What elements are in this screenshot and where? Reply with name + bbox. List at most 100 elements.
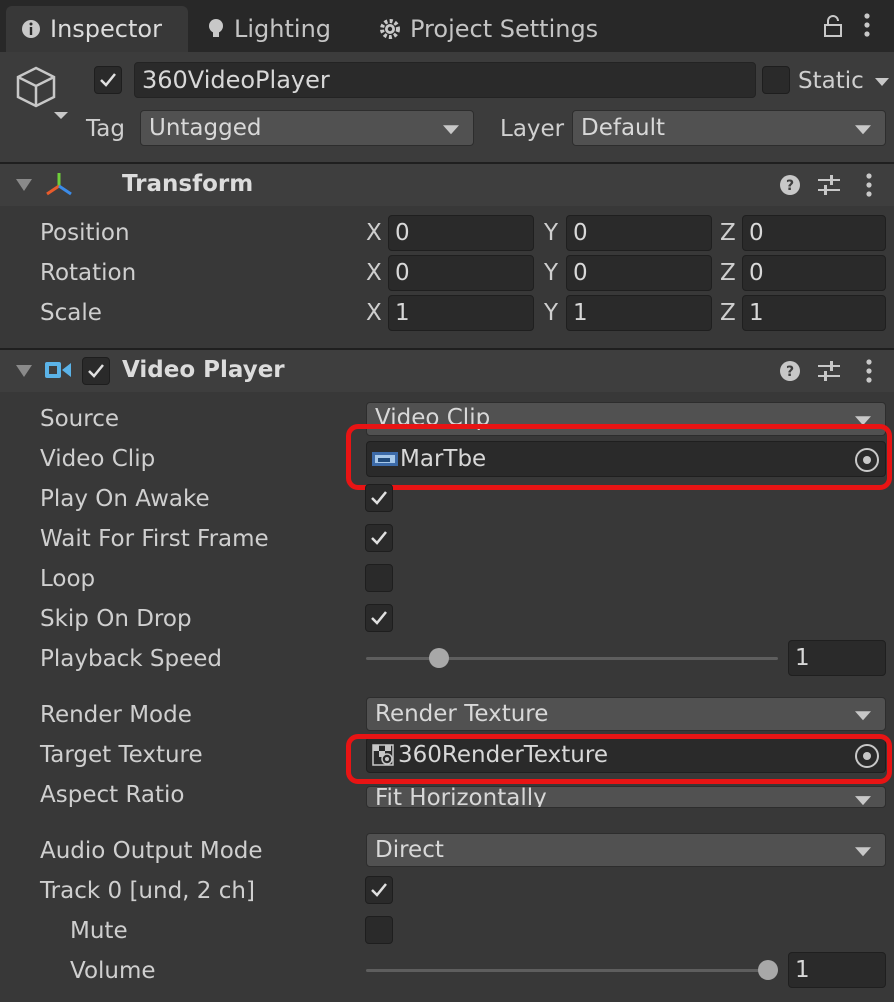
- tag-value: Untagged: [149, 115, 262, 141]
- more-menu-icon[interactable]: [862, 12, 872, 46]
- aspect-ratio-value: Fit Horizontally: [375, 786, 547, 808]
- tag-label: Tag: [86, 116, 125, 142]
- transform-title: Transform: [122, 171, 254, 197]
- audio-output-label: Audio Output Mode: [40, 838, 263, 864]
- svg-text:?: ?: [786, 364, 794, 380]
- skip-on-drop-checkbox[interactable]: [365, 604, 393, 632]
- position-x-field[interactable]: 0: [388, 215, 534, 251]
- video-player-header[interactable]: Video Player ?: [0, 350, 894, 392]
- preset-sliders-icon[interactable]: [816, 359, 842, 383]
- source-label: Source: [40, 406, 119, 432]
- chevron-down-icon: [875, 77, 890, 86]
- playback-speed-label: Playback Speed: [40, 646, 223, 672]
- preset-sliders-icon[interactable]: [816, 173, 842, 197]
- fold-arrow-icon[interactable]: [16, 365, 32, 377]
- rotation-z-field[interactable]: 0: [742, 255, 886, 291]
- axis-y-label: Y: [544, 260, 559, 286]
- static-dropdown[interactable]: Static: [798, 68, 890, 94]
- chevron-down-icon: [855, 847, 871, 857]
- chevron-down-icon: [855, 711, 871, 721]
- info-icon: [20, 18, 42, 40]
- active-checkbox[interactable]: [94, 66, 122, 94]
- axis-z-label: Z: [720, 220, 736, 246]
- playback-speed-slider-track[interactable]: [366, 657, 778, 660]
- play-on-awake-checkbox[interactable]: [365, 484, 393, 512]
- scale-y-field[interactable]: 1: [566, 295, 712, 331]
- aspect-ratio-label: Aspect Ratio: [40, 782, 185, 808]
- volume-slider-track[interactable]: [366, 969, 778, 972]
- video-player-title: Video Player: [122, 357, 285, 383]
- axis-x-label: X: [366, 220, 382, 246]
- axis-y-label: Y: [544, 300, 559, 326]
- render-mode-label: Render Mode: [40, 702, 192, 728]
- axis-z-label: Z: [720, 300, 736, 326]
- wait-first-frame-checkbox[interactable]: [365, 524, 393, 552]
- object-header: 360VideoPlayer Static Tag Untagged Layer…: [0, 52, 894, 162]
- loop-checkbox[interactable]: [365, 564, 393, 592]
- tab-inspector-label: Inspector: [50, 15, 162, 43]
- scale-z-field[interactable]: 1: [742, 295, 886, 331]
- tag-dropdown[interactable]: Untagged: [140, 110, 474, 146]
- component-menu-icon[interactable]: [864, 358, 874, 384]
- transform-icon: [42, 170, 76, 200]
- chevron-down-icon: [443, 125, 459, 135]
- rotation-y-field[interactable]: 0: [566, 255, 712, 291]
- rotation-x-field[interactable]: 0: [388, 255, 534, 291]
- gear-icon: [378, 17, 402, 41]
- tab-lighting[interactable]: Lighting: [206, 6, 346, 52]
- target-texture-label: Target Texture: [40, 742, 203, 768]
- volume-slider-thumb[interactable]: [758, 960, 778, 980]
- track-label: Track 0 [und, 2 ch]: [40, 878, 255, 904]
- axis-x-label: X: [366, 260, 382, 286]
- audio-output-value: Direct: [375, 837, 444, 863]
- volume-field[interactable]: 1: [788, 952, 886, 988]
- lock-icon[interactable]: [822, 14, 844, 44]
- object-name-input[interactable]: 360VideoPlayer: [134, 62, 756, 98]
- static-checkbox[interactable]: [762, 66, 790, 94]
- highlight-box-video-clip: [346, 424, 892, 490]
- svg-text:?: ?: [786, 178, 794, 194]
- tab-inspector[interactable]: Inspector: [6, 6, 188, 52]
- audio-output-dropdown[interactable]: Direct: [366, 833, 886, 867]
- video-clip-label: Video Clip: [40, 446, 156, 472]
- highlight-box-target-texture: [346, 734, 892, 784]
- position-label: Position: [40, 220, 130, 246]
- track-enabled-checkbox[interactable]: [365, 876, 393, 904]
- position-y-field[interactable]: 0: [566, 215, 712, 251]
- layer-label: Layer: [500, 116, 565, 142]
- tab-project-settings[interactable]: Project Settings: [378, 6, 618, 52]
- static-label: Static: [798, 68, 864, 94]
- render-mode-value: Render Texture: [375, 701, 549, 727]
- skip-on-drop-label: Skip On Drop: [40, 606, 192, 632]
- play-on-awake-label: Play On Awake: [40, 486, 210, 512]
- component-menu-icon[interactable]: [864, 172, 874, 198]
- loop-label: Loop: [40, 566, 96, 592]
- wait-first-frame-label: Wait For First Frame: [40, 526, 269, 552]
- transform-header[interactable]: Transform ?: [0, 164, 894, 206]
- scale-x-field[interactable]: 1: [388, 295, 534, 331]
- help-icon[interactable]: ?: [778, 359, 802, 383]
- volume-label: Volume: [70, 958, 156, 984]
- mute-checkbox[interactable]: [365, 916, 393, 944]
- render-mode-dropdown[interactable]: Render Texture: [366, 697, 886, 731]
- lightbulb-icon: [206, 17, 226, 41]
- layer-value: Default: [581, 115, 666, 141]
- chevron-down-icon: [855, 125, 871, 135]
- scale-label: Scale: [40, 300, 102, 326]
- video-player-enabled-checkbox[interactable]: [82, 357, 110, 385]
- axis-x-label: X: [366, 300, 382, 326]
- tab-lighting-label: Lighting: [234, 15, 332, 43]
- chevron-down-icon: [855, 796, 871, 806]
- playback-speed-field[interactable]: 1: [788, 640, 886, 676]
- object-name-text: 360VideoPlayer: [142, 66, 330, 94]
- gameobject-cube-icon[interactable]: [14, 62, 72, 128]
- tab-project-settings-label: Project Settings: [410, 15, 599, 43]
- aspect-ratio-dropdown[interactable]: Fit Horizontally: [366, 786, 886, 808]
- axis-y-label: Y: [544, 220, 559, 246]
- help-icon[interactable]: ?: [778, 173, 802, 197]
- video-camera-icon: [44, 359, 72, 381]
- fold-arrow-icon[interactable]: [16, 179, 32, 191]
- layer-dropdown[interactable]: Default: [572, 110, 886, 146]
- position-z-field[interactable]: 0: [742, 215, 886, 251]
- playback-speed-slider-thumb[interactable]: [428, 648, 449, 668]
